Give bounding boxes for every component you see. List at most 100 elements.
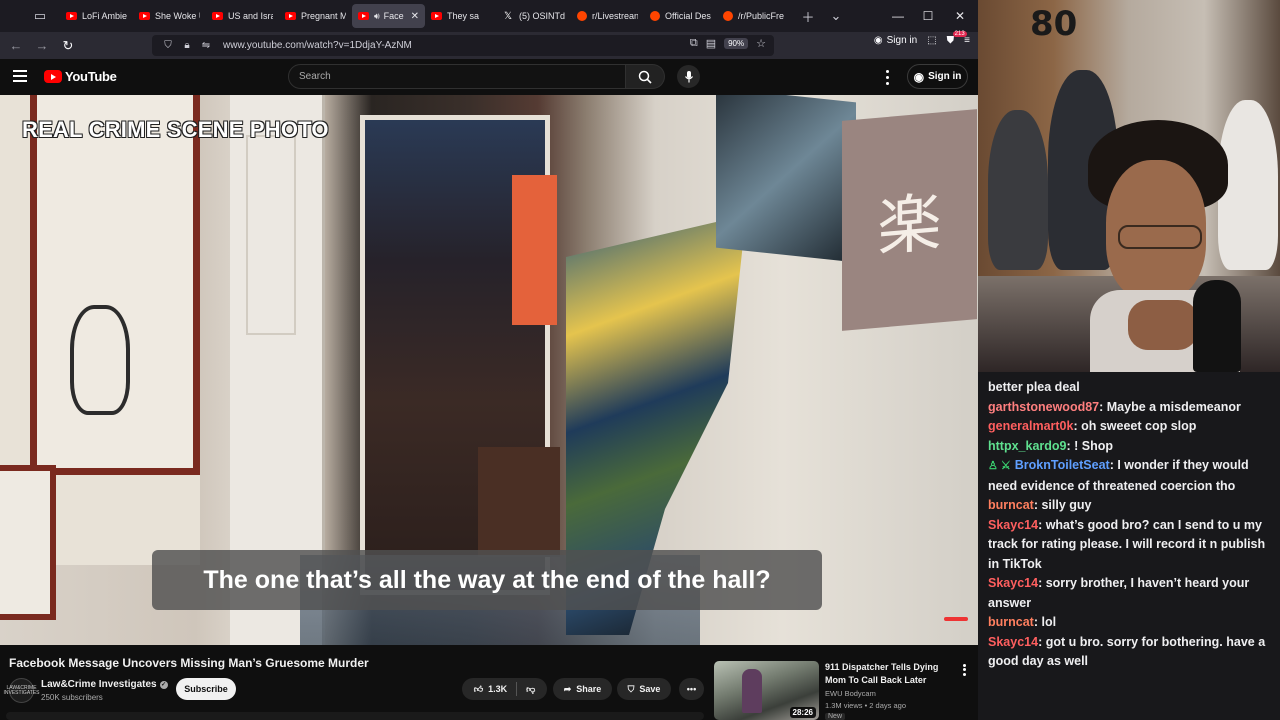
reader-view-icon[interactable]: ▤ bbox=[706, 37, 716, 50]
recommended-video[interactable]: 28:26 911 Dispatcher Tells Dying Mom To … bbox=[714, 661, 974, 720]
like-button[interactable]: 👍︎ 1.3K bbox=[474, 684, 507, 695]
search-button[interactable] bbox=[626, 64, 665, 89]
browser-tab[interactable]: LoFi Ambie bbox=[60, 4, 133, 28]
youtube-header: YouTube Search ◉ Sign in bbox=[0, 59, 978, 95]
close-window-button[interactable]: ✕ bbox=[944, 0, 976, 32]
recommended-thumbnail[interactable]: 28:26 bbox=[714, 661, 819, 720]
search-input[interactable]: Search bbox=[288, 64, 626, 89]
browser-tab[interactable]: r/Livestrean bbox=[571, 4, 644, 28]
chat-username[interactable]: Skayc14 bbox=[988, 576, 1038, 590]
chat-text: : oh sweeet cop slop bbox=[1073, 419, 1197, 433]
youtube-signin-button[interactable]: ◉ Sign in bbox=[907, 64, 968, 89]
chat-username[interactable]: Skayc14 bbox=[988, 518, 1038, 532]
chat-username[interactable]: BroknToiletSeat bbox=[1015, 458, 1110, 472]
more-actions-button[interactable]: ••• bbox=[679, 678, 704, 700]
youtube-logo[interactable]: YouTube bbox=[44, 69, 117, 84]
chat-username[interactable]: burncat bbox=[988, 498, 1034, 512]
video-player[interactable]: 楽 REAL CRIME SCENE PHOTO The one that’s … bbox=[0, 95, 978, 645]
browser-tab[interactable]: /r/PublicFre bbox=[717, 4, 790, 28]
live-chat: better plea deal garthstonewood87: Maybe… bbox=[978, 372, 1280, 720]
youtube-play-logo-icon bbox=[44, 70, 62, 83]
reddit-favicon-icon bbox=[650, 11, 660, 21]
channel-name-link[interactable]: Law&Crime Investigates ✓ bbox=[41, 679, 168, 690]
permissions-icon[interactable]: ⇋ bbox=[198, 40, 214, 51]
tab-strip: LoFi Ambie She Woke U US and Isra Pregnant … bbox=[60, 4, 790, 28]
youtube-favicon-icon bbox=[212, 12, 223, 20]
youtube-signin-label: Sign in bbox=[928, 71, 962, 82]
save-label: Save bbox=[639, 684, 661, 694]
tab-label: They sa bbox=[447, 11, 480, 21]
url-text[interactable]: www.youtube.com/watch?v=1DdjaY-AzNM bbox=[223, 40, 412, 51]
chat-text: : silly guy bbox=[1033, 498, 1092, 512]
reddit-favicon-icon bbox=[723, 11, 733, 21]
reload-button[interactable]: ↻ bbox=[56, 35, 80, 57]
guide-menu-icon[interactable] bbox=[13, 70, 27, 82]
reddit-favicon-icon bbox=[577, 11, 587, 21]
minimize-button[interactable]: — bbox=[882, 0, 914, 32]
channel-avatar-text: LAW&CRIME INVESTIGATES bbox=[3, 684, 40, 696]
chat-username[interactable]: httpx_kardo9 bbox=[988, 439, 1067, 453]
share-button[interactable]: ➦ Share bbox=[553, 678, 612, 700]
like-divider bbox=[516, 682, 518, 696]
account-signin-label: Sign in bbox=[886, 35, 918, 46]
subscribe-button[interactable]: Subscribe bbox=[176, 678, 236, 700]
lock-icon[interactable]: 🔒︎ bbox=[179, 40, 195, 51]
webcam-bg-person bbox=[988, 110, 1048, 270]
save-playlist-icon: ⛉ bbox=[627, 683, 635, 694]
save-button[interactable]: ⛉ Save bbox=[617, 678, 671, 700]
forward-button[interactable]: → bbox=[30, 35, 54, 57]
tab-bar: ▭ LoFi Ambie She Woke U US and Isra Pregnan… bbox=[0, 0, 978, 32]
microphone bbox=[1193, 280, 1241, 372]
back-button[interactable]: ← bbox=[4, 35, 28, 57]
youtube-favicon-icon bbox=[285, 12, 296, 20]
recommended-more-icon[interactable] bbox=[961, 663, 967, 677]
subscriber-count: 250K subscribers bbox=[41, 693, 103, 702]
voice-search-button[interactable] bbox=[677, 65, 700, 88]
microphone-icon bbox=[684, 70, 693, 82]
chat-username[interactable]: burncat bbox=[988, 615, 1034, 629]
video-info-section: Facebook Message Uncovers Missing Man’s … bbox=[0, 645, 978, 720]
dislike-button[interactable]: 👎︎ bbox=[526, 684, 535, 695]
search-icon bbox=[638, 70, 652, 84]
settings-kebab-icon[interactable] bbox=[880, 68, 894, 86]
browser-tab[interactable]: 🔊︎ Face ✕ bbox=[352, 4, 425, 28]
browser-tab[interactable]: US and Isra bbox=[206, 4, 279, 28]
shield-icon[interactable]: ⛉ bbox=[160, 40, 176, 51]
channel-avatar[interactable]: LAW&CRIME INVESTIGATES bbox=[3, 678, 40, 703]
chat-message: Skayc14: got u bro. sorry for bothering.… bbox=[988, 633, 1274, 672]
video-poster bbox=[716, 95, 856, 263]
youtube-favicon-icon bbox=[358, 12, 369, 20]
browser-tab[interactable]: They sa bbox=[425, 4, 498, 28]
chat-badge-icon[interactable]: ♙ ⚔ bbox=[988, 457, 1011, 477]
chat-message-list: garthstonewood87: Maybe a misdemeanor gen… bbox=[988, 398, 1274, 672]
tab-list-chevron-icon[interactable]: ⌄ bbox=[822, 4, 850, 28]
video-overlay-title: REAL CRIME SCENE PHOTO bbox=[22, 117, 329, 142]
maximize-button[interactable]: ☐ bbox=[912, 0, 944, 32]
bookmark-star-icon[interactable]: ☆ bbox=[756, 37, 766, 50]
new-tab-button[interactable]: ＋ bbox=[794, 4, 822, 28]
description-box-edge bbox=[6, 712, 704, 720]
picture-in-picture-icon[interactable]: ⧉ bbox=[690, 37, 698, 50]
browser-tab[interactable]: 𝕏 (5) OSINTde bbox=[498, 4, 571, 28]
browser-tab[interactable]: She Woke U bbox=[133, 4, 206, 28]
extensions-icon[interactable]: ⬚ bbox=[927, 35, 936, 46]
video-caption: The one that’s all the way at the end of… bbox=[152, 550, 822, 610]
toolbar-right: ◉ Sign in ⬚ ⛊ 213 ≡ bbox=[874, 31, 970, 46]
browser-tab[interactable]: Pregnant M bbox=[279, 4, 352, 28]
account-signin-button[interactable]: ◉ Sign in bbox=[874, 35, 917, 46]
tab-overview-icon[interactable]: ▭ bbox=[26, 4, 54, 28]
chat-username[interactable]: Skayc14 bbox=[988, 635, 1038, 649]
webcam-backdrop-number: 80 bbox=[1030, 4, 1078, 44]
chat-username[interactable]: generalmart0k bbox=[988, 419, 1073, 433]
chat-text: : Maybe a misdemeanor bbox=[1099, 399, 1241, 414]
recommended-title[interactable]: 911 Dispatcher Tells Dying Mom To Call B… bbox=[825, 661, 943, 686]
tab-close-icon[interactable]: ✕ bbox=[411, 11, 419, 22]
zoom-level-badge[interactable]: 90% bbox=[724, 38, 749, 49]
chat-username[interactable]: garthstonewood87 bbox=[988, 400, 1099, 414]
speaker-icon[interactable]: 🔊︎ bbox=[374, 11, 380, 22]
url-bar[interactable]: ⛉ 🔒︎ ⇋ www.youtube.com/watch?v=1DdjaY-Az… bbox=[152, 35, 774, 56]
channel-name[interactable]: Law&Crime Investigates bbox=[41, 679, 157, 690]
browser-tab[interactable]: Official Des bbox=[644, 4, 717, 28]
video-cabinet bbox=[478, 447, 560, 557]
ublock-extension-icon[interactable]: ⛊ 213 bbox=[947, 31, 967, 46]
